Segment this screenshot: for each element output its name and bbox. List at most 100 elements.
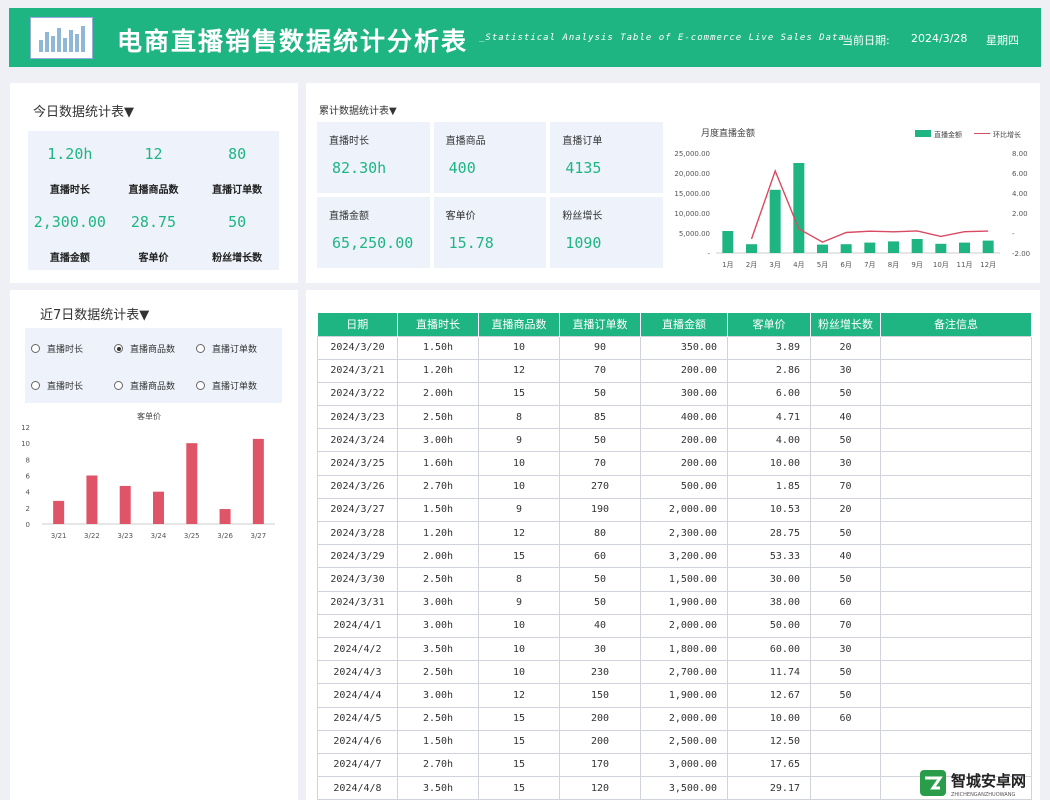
table-cell: 1,900.00 [640, 683, 728, 708]
table-cell: 10 [478, 474, 560, 499]
week-panel-title[interactable]: 近7日数据统计表▼ [40, 304, 149, 323]
table-row[interactable]: 2024/3/28 1.20h 12 80 2,300.00 28.75 50 [317, 520, 1032, 546]
table-row[interactable]: 2024/3/26 2.70h 10 270 500.00 1.85 70 [317, 474, 1032, 499]
legend-line-label: 环比增长 [993, 130, 1021, 139]
table-row[interactable]: 2024/3/24 3.00h 9 50 200.00 4.00 50 [317, 428, 1032, 453]
table-cell: 1.50h [397, 729, 479, 754]
radio-orders[interactable]: 直播订单数 [196, 342, 257, 355]
stat-label: 直播时长 [329, 136, 369, 147]
table-cell: 40 [810, 405, 881, 430]
table-cell: 2024/3/23 [317, 405, 398, 430]
y2-tick-label: 4.00 [1012, 190, 1028, 198]
bar [86, 475, 98, 524]
table-row[interactable]: 2024/4/4 3.00h 12 150 1,900.00 12.67 50 [317, 683, 1032, 708]
metric-selector: 直播时长 直播商品数 直播订单数 直播时长 直播商品数 直播订单数 [25, 328, 282, 403]
x-tick-label: 8月 [888, 261, 899, 269]
bar [746, 244, 757, 253]
table-cell: 8 [478, 405, 560, 430]
stat-label: 直播商品数 [128, 185, 179, 196]
y2-tick-label: 6.00 [1012, 170, 1028, 178]
stat-value: 82.30h [332, 159, 387, 177]
table-cell [880, 520, 1032, 546]
table-row[interactable]: 2024/3/30 2.50h 8 50 1,500.00 30.00 50 [317, 567, 1032, 592]
table-cell: 1.85 [727, 474, 811, 499]
radio-dot[interactable] [196, 381, 205, 390]
x-tick-label: 3/24 [151, 532, 167, 540]
table-cell: 2024/3/25 [317, 451, 398, 476]
table-cell: 2024/4/3 [317, 660, 398, 685]
col-orders: 直播订单数 [559, 313, 641, 336]
table-cell [880, 544, 1032, 569]
radio-products-2[interactable]: 直播商品数 [114, 379, 175, 392]
radio-label: 直播商品数 [130, 345, 176, 355]
table-cell: 2024/4/2 [317, 636, 398, 662]
table-row[interactable]: 2024/4/6 1.50h 15 200 2,500.00 12.50 [317, 729, 1032, 754]
table-row[interactable]: 2024/3/21 1.20h 12 70 200.00 2.86 30 [317, 358, 1032, 383]
stat-label: 客单价 [138, 252, 169, 264]
radio-label: 直播商品数 [130, 382, 176, 392]
radio-duration-2[interactable]: 直播时长 [31, 379, 83, 392]
y2-tick-label: - [1012, 230, 1015, 238]
radio-duration[interactable]: 直播时长 [31, 342, 83, 355]
table-row[interactable]: 2024/4/1 3.00h 10 40 2,000.00 50.00 70 [317, 613, 1032, 638]
table-cell: 120 [559, 776, 641, 800]
table-cell: 2.86 [727, 358, 811, 383]
radio-products[interactable]: 直播商品数 [114, 342, 175, 355]
table-cell: 70 [810, 613, 881, 638]
bar [722, 231, 734, 253]
radio-dot-selected[interactable] [114, 344, 123, 353]
table-cell: 12 [478, 683, 560, 708]
table-cell [880, 567, 1032, 592]
radio-dot[interactable] [114, 381, 123, 390]
stat-label: 直播商品 [445, 136, 486, 147]
table-cell: 2024/3/29 [317, 544, 398, 569]
stat-value: 400 [448, 159, 476, 177]
today-panel-title[interactable]: 今日数据统计表▼ [33, 101, 134, 120]
radio-dot[interactable] [31, 381, 40, 390]
table-cell: 3,500.00 [640, 776, 728, 800]
table-cell: 200 [559, 729, 641, 754]
bar [817, 244, 828, 253]
table-cell: 20 [810, 497, 881, 523]
stat-value: 2,300.00 [33, 212, 106, 231]
x-tick-label: 6月 [840, 261, 851, 269]
table-row[interactable]: 2024/3/31 3.00h 9 50 1,900.00 38.00 60 [317, 590, 1032, 615]
table-cell: 40 [559, 613, 641, 638]
table-cell: 2,300.00 [640, 520, 728, 546]
cumulative-panel-title[interactable]: 累计数据统计表▼ [319, 102, 397, 117]
radio-dot[interactable] [196, 344, 205, 353]
x-tick-label: 3/22 [84, 532, 100, 540]
table-cell: 230 [559, 660, 641, 685]
bar [119, 485, 131, 524]
table-row[interactable]: 2024/3/25 1.60h 10 70 200.00 10.00 30 [317, 451, 1032, 476]
stat-value: 1090 [565, 234, 602, 252]
x-tick-label: 10月 [933, 261, 949, 269]
table-cell: 200.00 [640, 358, 728, 383]
table-cell: 1.20h [397, 520, 479, 546]
table-row[interactable]: 2024/4/2 3.50h 10 30 1,800.00 60.00 30 [317, 636, 1032, 662]
radio-dot[interactable] [31, 344, 40, 353]
stat-label: 直播金额 [49, 252, 90, 264]
table-row[interactable]: 2024/4/3 2.50h 10 230 2,700.00 11.74 50 [317, 660, 1032, 685]
table-cell: 2,500.00 [640, 729, 728, 754]
table-cell: 1.50h [397, 335, 479, 360]
radio-orders-2[interactable]: 直播订单数 [196, 379, 257, 392]
table-row[interactable]: 2024/3/29 2.00h 15 60 3,200.00 53.33 40 [317, 544, 1032, 569]
table-row[interactable]: 2024/3/23 2.50h 8 85 400.00 4.71 40 [317, 405, 1032, 430]
y-tick-label: 8 [26, 456, 30, 464]
table-row[interactable]: 2024/3/20 1.50h 10 90 350.00 3.89 20 [317, 335, 1032, 360]
table-cell: 15 [478, 752, 560, 778]
stat-label: 粉丝增长数 [212, 252, 263, 264]
table-cell: 9 [478, 590, 560, 615]
table-row[interactable]: 2024/3/27 1.50h 9 190 2,000.00 10.53 20 [317, 497, 1032, 523]
x-tick-label: 3/27 [250, 532, 266, 540]
table-row[interactable]: 2024/3/22 2.00h 15 50 300.00 6.00 50 [317, 381, 1032, 407]
today-stat-orders: 80 直播订单数 [195, 131, 279, 201]
table-cell [880, 590, 1032, 615]
table-cell: 9 [478, 428, 560, 453]
table-cell: 2.00h [397, 381, 479, 407]
table-cell: 70 [810, 474, 881, 499]
table-cell: 30 [810, 358, 881, 383]
table-row[interactable]: 2024/4/5 2.50h 15 200 2,000.00 10.00 60 [317, 706, 1032, 731]
table-cell: 3.50h [397, 636, 479, 662]
